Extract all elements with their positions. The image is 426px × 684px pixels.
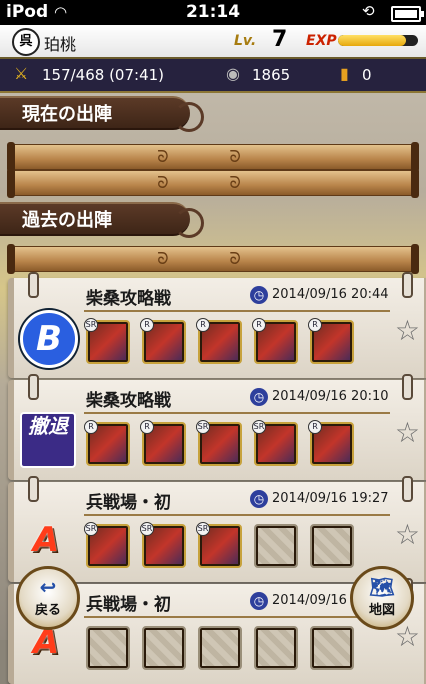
- exp-bar-fill: [338, 35, 406, 46]
- battle-title: 兵戦場・初: [86, 493, 171, 513]
- unit-portrait[interactable]: SR: [196, 522, 242, 568]
- ticket-icon: ▮: [340, 64, 349, 83]
- divider: [84, 310, 390, 312]
- level-label: Lv.: [234, 33, 257, 49]
- battle-date: 2014/09/16 19:27: [272, 491, 389, 506]
- rarity-badge: R: [196, 318, 210, 332]
- empty-unit-slot[interactable]: [142, 626, 186, 670]
- unit-portrait[interactable]: SR: [196, 420, 242, 466]
- history-card[interactable]: A 兵戦場・初 ◷ 2014/09/16 19:27 SR SR SR ☆: [8, 476, 426, 582]
- battle-grade-badge: B: [20, 310, 78, 368]
- user-name: 珀桃: [44, 35, 77, 54]
- history-card[interactable]: B 柴桑攻略戦 ◷ 2014/09/16 20:44 SR R R R R ☆: [8, 272, 426, 378]
- section-header-past: 過去の出陣: [0, 202, 204, 238]
- battery-icon: [391, 6, 424, 22]
- rarity-badge: R: [140, 318, 154, 332]
- battle-title: 柴桑攻略戦: [86, 289, 171, 309]
- map-button[interactable]: 🗺 地図: [350, 566, 414, 630]
- coin-icon: ◉: [226, 64, 240, 83]
- favorite-star-icon[interactable]: ☆: [395, 518, 420, 551]
- scroll-roll: ᘐ ᘐ: [7, 244, 419, 274]
- rarity-badge: SR: [196, 420, 210, 434]
- status-bar: iPod ◠ 21:14 ⟲: [0, 0, 426, 25]
- battle-date: 2014/09/16 20:44: [272, 287, 389, 302]
- empty-unit-slot[interactable]: [310, 626, 354, 670]
- unit-portrait[interactable]: R: [196, 318, 242, 364]
- clock-icon: ◷: [250, 388, 268, 406]
- favorite-star-icon[interactable]: ☆: [395, 314, 420, 347]
- ring-binding: [402, 272, 413, 298]
- clock-icon: ◷: [250, 592, 268, 610]
- map-button-label: 地図: [368, 603, 395, 618]
- rarity-badge: SR: [252, 420, 266, 434]
- battle-grade-badge: A: [32, 520, 60, 560]
- map-icon: 🗺: [369, 575, 395, 599]
- battle-grade-badge: 撤退: [20, 412, 76, 468]
- unit-portrait[interactable]: SR: [84, 318, 130, 364]
- battle-date: 2014/09/16 20:10: [272, 389, 389, 404]
- ticket-value: 0: [362, 66, 372, 84]
- favorite-star-icon[interactable]: ☆: [395, 416, 420, 449]
- ring-binding: [28, 272, 39, 298]
- unit-portrait[interactable]: SR: [140, 522, 186, 568]
- back-arrow-icon: ↩: [39, 575, 57, 599]
- back-button-label: 戻る: [34, 603, 61, 618]
- rarity-badge: R: [308, 318, 322, 332]
- unit-portrait[interactable]: SR: [252, 420, 298, 466]
- battle-title: 柴桑攻略戦: [86, 391, 171, 411]
- ring-binding: [28, 476, 39, 502]
- unit-portrait[interactable]: SR: [84, 522, 130, 568]
- rotation-lock-icon: ⟲: [362, 2, 375, 20]
- rarity-badge: R: [140, 420, 154, 434]
- exp-bar: [338, 35, 418, 46]
- rarity-badge: SR: [84, 522, 98, 536]
- unit-portrait[interactable]: R: [84, 420, 130, 466]
- user-bar: 呉 珀桃 Lv. 7 EXP: [0, 25, 426, 59]
- empty-unit-slot[interactable]: [198, 626, 242, 670]
- stamina-value: 157/468 (07:41): [42, 66, 165, 84]
- clock-icon: ◷: [250, 286, 268, 304]
- clock-icon: ◷: [250, 490, 268, 508]
- rarity-badge: SR: [196, 522, 210, 536]
- empty-unit-slot[interactable]: [254, 524, 298, 568]
- ring-binding: [402, 476, 413, 502]
- rarity-badge: R: [308, 420, 322, 434]
- coin-value: 1865: [252, 66, 291, 84]
- scroll-roll: ᘐ ᘐ: [7, 142, 419, 172]
- stamina-icon: ⚔: [14, 64, 29, 83]
- scroll-roll: ᘐ ᘐ: [7, 168, 419, 198]
- rarity-badge: SR: [140, 522, 154, 536]
- divider: [84, 412, 390, 414]
- empty-unit-slot[interactable]: [310, 524, 354, 568]
- rarity-badge: R: [84, 420, 98, 434]
- divider: [84, 514, 390, 516]
- ring-binding: [28, 374, 39, 400]
- divider: [84, 616, 390, 618]
- unit-portrait[interactable]: R: [308, 420, 354, 466]
- unit-portrait[interactable]: R: [140, 318, 186, 364]
- resource-bar: ⚔ 157/468 (07:41) ◉ 1865 ▮ 0: [0, 57, 426, 93]
- ring-binding: [402, 374, 413, 400]
- back-button[interactable]: ↩ 戻る: [16, 566, 80, 630]
- level-value: 7: [272, 27, 288, 52]
- rarity-badge: SR: [84, 318, 98, 332]
- unit-portrait[interactable]: R: [140, 420, 186, 466]
- faction-crest-icon: 呉: [12, 28, 40, 56]
- empty-unit-slot[interactable]: [86, 626, 130, 670]
- unit-portrait[interactable]: R: [252, 318, 298, 364]
- rarity-badge: R: [252, 318, 266, 332]
- empty-unit-slot[interactable]: [254, 626, 298, 670]
- unit-portrait[interactable]: R: [308, 318, 354, 364]
- history-card[interactable]: 撤退 柴桑攻略戦 ◷ 2014/09/16 20:10 R R SR SR R ☆: [8, 374, 426, 480]
- exp-label: EXP: [306, 33, 337, 49]
- section-header-current: 現在の出陣: [0, 96, 204, 132]
- battle-title: 兵戦場・初: [86, 595, 171, 615]
